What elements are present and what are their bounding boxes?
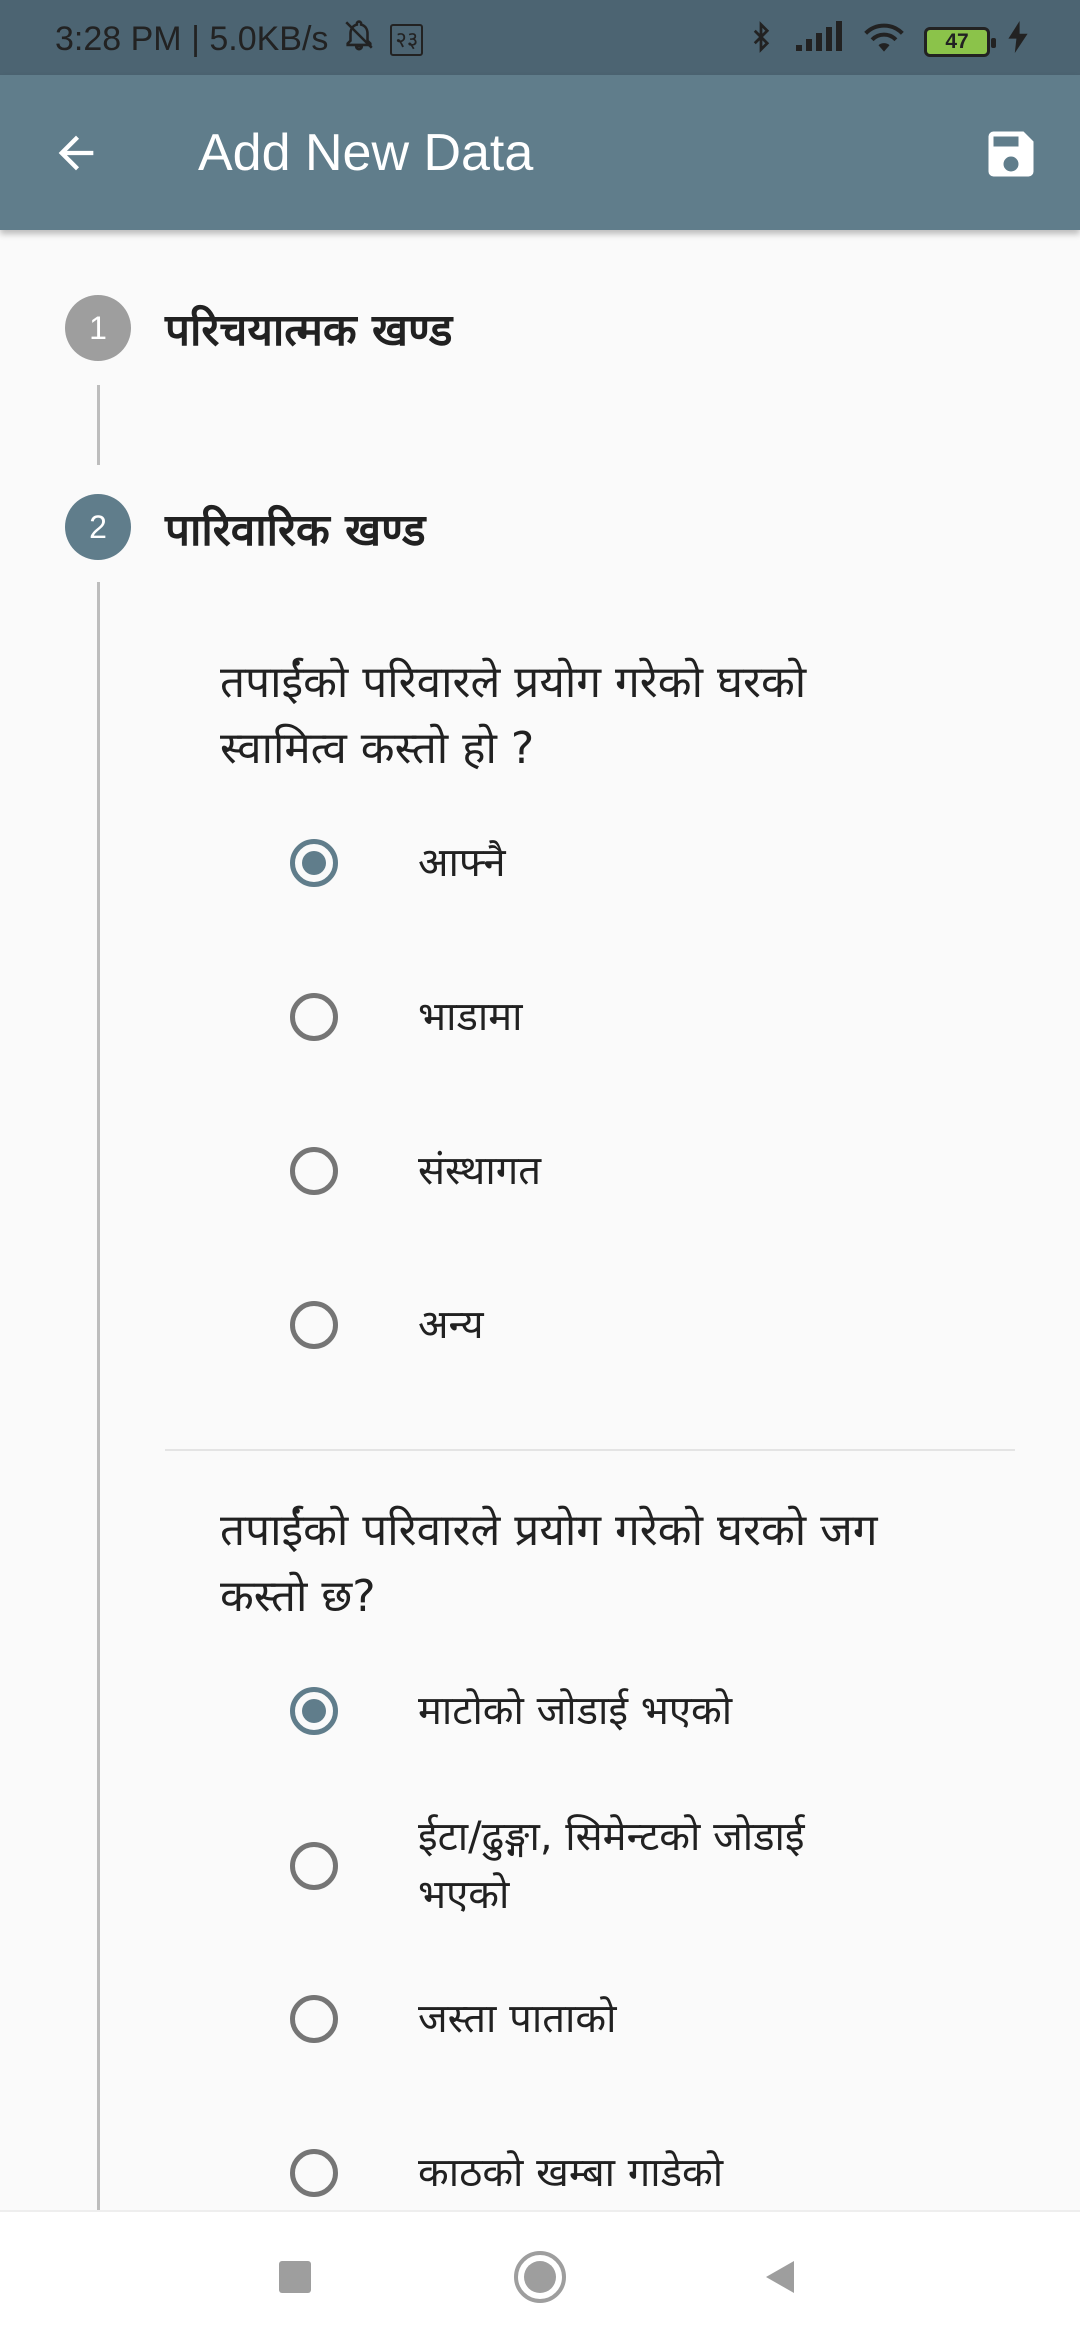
option-label: ईटा/ढुङ्गा, सिमेन्टको जोडाई भएको bbox=[418, 1808, 805, 1924]
stepper-content: 1 परिचयात्मक खण्ड 2 पारिवारिक खण्ड तपाईं… bbox=[0, 230, 1080, 2210]
signal-icon bbox=[794, 21, 844, 62]
radio-button[interactable] bbox=[290, 1301, 338, 1349]
question-house-ownership: तपाईंको परिवारले प्रयोग गरेको घरको स्वाम… bbox=[220, 650, 1020, 782]
step-connector bbox=[97, 385, 100, 465]
option-row[interactable]: अन्य bbox=[290, 1296, 990, 1354]
save-button[interactable] bbox=[972, 115, 1050, 193]
step-1-circle[interactable]: 1 bbox=[65, 295, 131, 361]
option-label: संस्थागत bbox=[418, 1148, 542, 1194]
question-line: तपाईंको परिवारले प्रयोग गरेको घरको bbox=[220, 657, 807, 708]
divider bbox=[165, 1449, 1015, 1451]
status-left: 3:28 PM | 5.0KB/s २३ bbox=[55, 18, 424, 61]
square-icon bbox=[279, 2261, 311, 2293]
step-1-title[interactable]: परिचयात्मक खण्ड bbox=[165, 298, 452, 358]
status-bar: 3:28 PM | 5.0KB/s २३ 47 bbox=[0, 0, 1080, 75]
question-line: तपाईंको परिवारले प्रयोग गरेको घरको जग bbox=[220, 1505, 878, 1556]
option-label: आफ्नै bbox=[418, 840, 506, 886]
arrow-back-icon bbox=[58, 135, 94, 171]
home-button[interactable] bbox=[505, 2242, 575, 2312]
option-label: भाडामा bbox=[418, 994, 523, 1040]
question-line: कस्तो छ? bbox=[220, 1571, 376, 1622]
back-nav-button[interactable] bbox=[745, 2242, 815, 2312]
step-2-line bbox=[97, 582, 100, 2210]
save-icon bbox=[988, 131, 1034, 177]
radio-button-checked[interactable] bbox=[290, 839, 338, 887]
option-row[interactable]: काठको खम्बा गाडेको bbox=[290, 2144, 990, 2202]
option-label: काठको खम्बा गाडेको bbox=[418, 2150, 724, 2196]
option-label-line: भएको bbox=[418, 1872, 510, 1918]
option-row[interactable]: माटोको जोडाई भएको bbox=[290, 1682, 990, 1740]
option-label-line: ईटा/ढुङ्गा, सिमेन्टको जोडाई bbox=[418, 1814, 805, 1860]
system-nav-bar bbox=[0, 2210, 1080, 2340]
radio-button-checked[interactable] bbox=[290, 1687, 338, 1735]
radio-button[interactable] bbox=[290, 1995, 338, 2043]
question-house-foundation: तपाईंको परिवारले प्रयोग गरेको घरको जग कस… bbox=[220, 1498, 1020, 1630]
step-2-title[interactable]: पारिवारिक खण्ड bbox=[165, 498, 426, 558]
step-2-circle[interactable]: 2 bbox=[65, 494, 131, 560]
wifi-icon bbox=[862, 20, 906, 63]
back-button[interactable] bbox=[40, 117, 112, 189]
charging-icon bbox=[1008, 21, 1028, 62]
bluetooth-icon bbox=[746, 20, 776, 63]
radio-button[interactable] bbox=[290, 1842, 338, 1890]
notification-badge: २३ bbox=[390, 23, 424, 56]
question-line: स्वामित्व कस्तो हो ? bbox=[220, 723, 535, 774]
radio-button[interactable] bbox=[290, 993, 338, 1041]
option-row[interactable]: संस्थागत bbox=[290, 1142, 990, 1200]
recents-button[interactable] bbox=[260, 2242, 330, 2312]
option-label: जस्ता पाताको bbox=[418, 1996, 617, 2042]
option-label: माटोको जोडाई भएको bbox=[418, 1688, 733, 1734]
bell-off-icon bbox=[342, 18, 376, 61]
page-title: Add New Data bbox=[198, 124, 534, 182]
radio-button[interactable] bbox=[290, 2149, 338, 2197]
triangle-back-icon bbox=[766, 2261, 794, 2293]
option-row[interactable]: आफ्नै bbox=[290, 834, 990, 892]
radio-button[interactable] bbox=[290, 1147, 338, 1195]
option-row[interactable]: ईटा/ढुङ्गा, सिमेन्टको जोडाई भएको bbox=[290, 1808, 990, 1924]
circle-icon bbox=[514, 2251, 566, 2303]
status-right: 47 bbox=[746, 20, 1028, 63]
option-label: अन्य bbox=[418, 1302, 484, 1348]
battery-icon: 47 bbox=[924, 26, 996, 57]
app-bar: Add New Data bbox=[0, 75, 1080, 230]
status-time-speed: 3:28 PM | 5.0KB/s bbox=[55, 20, 329, 58]
option-row[interactable]: भाडामा bbox=[290, 988, 990, 1046]
option-row[interactable]: जस्ता पाताको bbox=[290, 1990, 990, 2048]
